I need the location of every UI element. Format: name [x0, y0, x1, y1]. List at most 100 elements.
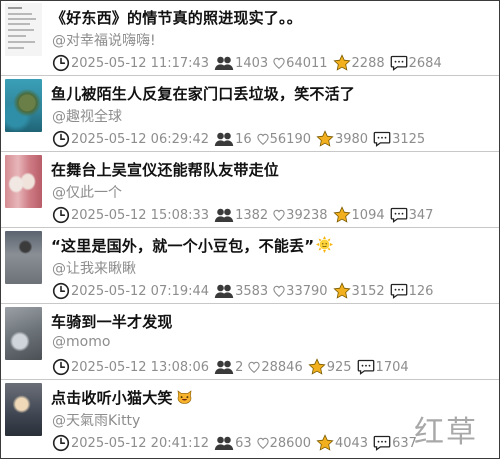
- publish-time: 2025-05-12 15:08:33: [52, 206, 209, 224]
- feed-item[interactable]: 车骑到一半才发现 @momo 2025-05-12 13:08:06 2 288…: [1, 305, 499, 380]
- star-icon: [332, 54, 351, 71]
- like-count-value: 28600: [269, 435, 311, 451]
- play-count-value: 2: [235, 359, 244, 375]
- play-count: 1403: [214, 55, 268, 71]
- video-stats: 2025-05-12 06:29:42 16 56190 3980 3125: [52, 130, 430, 148]
- publish-date: 2025-05-12 06:29:42: [71, 131, 210, 147]
- comment-count: 3125: [373, 131, 425, 147]
- like-count: 39238: [273, 207, 328, 223]
- video-thumbnail[interactable]: [5, 307, 42, 360]
- like-count: 64011: [273, 55, 328, 71]
- comment-icon: [390, 283, 407, 299]
- clock-icon: [52, 358, 70, 376]
- clock-icon: [52, 434, 70, 452]
- publish-time: 2025-05-12 07:19:44: [52, 282, 209, 300]
- heart-icon: [273, 285, 285, 298]
- comment-icon: [373, 131, 391, 147]
- star-icon: [316, 434, 334, 451]
- video-stats: 2025-05-12 11:17:43 1403 64011 2288 2684: [52, 54, 447, 72]
- video-stats: 2025-05-12 07:19:44 3583 33790 3152 126: [52, 282, 438, 300]
- favorite-count: 2288: [332, 54, 385, 72]
- video-title[interactable]: 《好东西》的情节真的照进现实了。。: [51, 7, 302, 28]
- users-icon: [214, 284, 234, 298]
- star-icon: [316, 130, 334, 147]
- clock-icon: [52, 130, 70, 148]
- video-thumbnail[interactable]: [5, 3, 42, 56]
- users-icon: [214, 360, 234, 374]
- watermark: 红草: [414, 415, 478, 450]
- favorite-count-value: 3980: [334, 131, 369, 147]
- play-count: 63: [214, 435, 252, 451]
- star-icon: [332, 282, 351, 299]
- comment-count-value: 1704: [375, 359, 409, 375]
- author-handle[interactable]: @对幸福说嗨嗨!: [52, 30, 156, 50]
- comment-count: 2684: [390, 55, 442, 71]
- clock-icon: [52, 54, 70, 72]
- video-title[interactable]: 在舞台上吴宣仪还能帮队友带走位: [51, 159, 279, 180]
- play-count: 3583: [214, 283, 268, 299]
- like-count-value: 28846: [261, 359, 303, 375]
- favorite-count: 3980: [316, 130, 368, 148]
- author-handle[interactable]: @让我来瞅瞅: [52, 258, 136, 278]
- play-count: 2: [214, 359, 243, 375]
- video-title[interactable]: “这里是国外，就一个小豆包，不能丢”: [51, 235, 334, 256]
- author-handle[interactable]: @仅此一个: [52, 182, 122, 202]
- comment-icon: [373, 435, 391, 451]
- author-handle[interactable]: @趣视全球: [52, 106, 122, 126]
- favorite-count: 1094: [332, 206, 385, 224]
- favorite-count: 925: [308, 358, 352, 376]
- heart-icon: [256, 437, 269, 450]
- video-title-text: “这里是国外，就一个小豆包，不能丢”: [51, 237, 315, 255]
- star-icon: [308, 358, 326, 375]
- play-count-value: 1403: [235, 55, 269, 71]
- video-title-text: 点击收听小猫大笑: [51, 389, 173, 407]
- play-count-value: 63: [235, 435, 252, 451]
- publish-time: 2025-05-12 20:41:12: [52, 434, 209, 452]
- favorite-count-value: 1094: [351, 207, 385, 223]
- video-title[interactable]: 鱼儿被陌生人反复在家门口丢垃圾，笑不活了: [51, 83, 355, 104]
- feed-item[interactable]: “这里是国外，就一个小豆包，不能丢” @让我来瞅瞅 2025-05-12 07:…: [1, 229, 499, 304]
- author-handle[interactable]: @momo: [52, 334, 110, 350]
- play-count-value: 1382: [235, 207, 269, 223]
- video-stats: 2025-05-12 13:08:06 2 28846 925 1704: [52, 358, 414, 376]
- clock-icon: [52, 206, 70, 224]
- publish-date: 2025-05-12 07:19:44: [71, 283, 210, 299]
- video-thumbnail[interactable]: [5, 231, 42, 284]
- play-count: 1382: [214, 207, 268, 223]
- video-thumbnail[interactable]: [5, 79, 42, 132]
- sun-face-emoji: [316, 236, 334, 253]
- heart-icon: [256, 133, 269, 146]
- feed-item[interactable]: 鱼儿被陌生人反复在家门口丢垃圾，笑不活了 @趣视全球 2025-05-12 06…: [1, 77, 499, 152]
- publish-date: 2025-05-12 20:41:12: [71, 435, 210, 451]
- video-stats: 2025-05-12 15:08:33 1382 39238 1094 347: [52, 206, 438, 224]
- feed-item[interactable]: 在舞台上吴宣仪还能帮队友带走位 @仅此一个 2025-05-12 15:08:3…: [1, 153, 499, 228]
- like-count: 28846: [248, 359, 303, 375]
- users-icon: [214, 436, 234, 450]
- favorite-count-value: 2288: [351, 55, 385, 71]
- comment-count-value: 126: [408, 283, 434, 299]
- video-title[interactable]: 点击收听小猫大笑: [51, 387, 193, 408]
- publish-time: 2025-05-12 11:17:43: [52, 54, 209, 72]
- video-title[interactable]: 车骑到一半才发现: [51, 311, 173, 332]
- favorite-count-value: 3152: [351, 283, 385, 299]
- comment-count: 637: [373, 435, 417, 451]
- heart-icon: [248, 361, 261, 374]
- publish-date: 2025-05-12 15:08:33: [71, 207, 210, 223]
- comment-count: 1704: [357, 359, 409, 375]
- comment-count: 126: [390, 283, 434, 299]
- favorite-count-value: 4043: [334, 435, 369, 451]
- video-thumbnail[interactable]: [5, 155, 42, 208]
- like-count-value: 39238: [286, 207, 328, 223]
- comment-icon: [390, 207, 407, 223]
- like-count-value: 64011: [286, 55, 328, 71]
- video-thumbnail[interactable]: [5, 383, 42, 436]
- comment-count-value: 347: [408, 207, 434, 223]
- author-handle[interactable]: @天氣雨Kitty: [52, 410, 140, 430]
- video-stats: 2025-05-12 20:41:12 63 28600 4043 637: [52, 434, 422, 452]
- publish-time: 2025-05-12 13:08:06: [52, 358, 209, 376]
- heart-icon: [273, 209, 285, 222]
- publish-time: 2025-05-12 06:29:42: [52, 130, 209, 148]
- feed-item[interactable]: 《好东西》的情节真的照进现实了。。 @对幸福说嗨嗨! 2025-05-12 11…: [1, 1, 499, 76]
- users-icon: [214, 132, 234, 146]
- comment-icon: [357, 359, 374, 375]
